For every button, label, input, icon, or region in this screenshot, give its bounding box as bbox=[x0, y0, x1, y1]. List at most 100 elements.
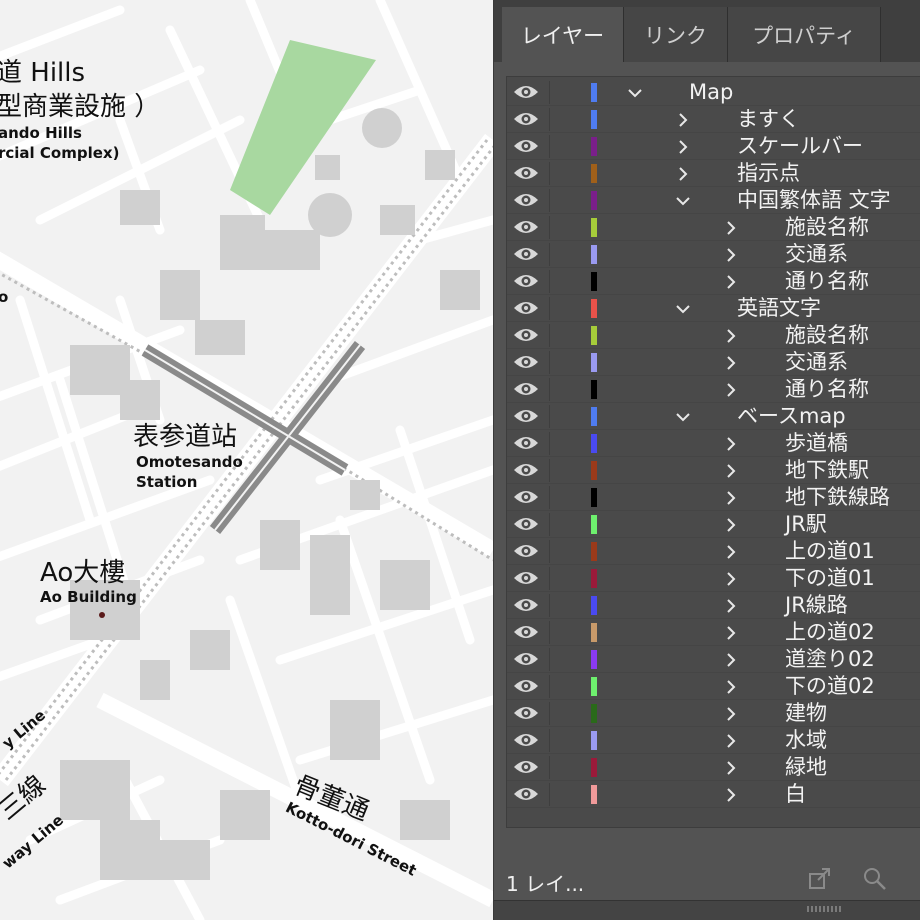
visibility-eye-icon[interactable] bbox=[513, 704, 539, 722]
visibility-eye-icon[interactable] bbox=[513, 677, 539, 695]
layer-name[interactable]: 中国繁体語 文字 bbox=[737, 188, 891, 213]
layer-name[interactable]: ベースmap bbox=[737, 404, 846, 429]
tab-layers[interactable]: レイヤー bbox=[502, 7, 624, 62]
layer-row[interactable]: 白 bbox=[507, 781, 920, 808]
chevron-right-icon[interactable] bbox=[723, 274, 739, 290]
lock-column[interactable] bbox=[549, 243, 550, 266]
chevron-right-icon[interactable] bbox=[723, 679, 739, 695]
layer-row[interactable]: 地下鉄駅 bbox=[507, 457, 920, 484]
map-canvas[interactable]: 道 Hills 型商業設施 ） ando Hills rcial Complex… bbox=[0, 0, 493, 920]
layer-row[interactable]: 建物 bbox=[507, 700, 920, 727]
export-icon[interactable] bbox=[807, 866, 833, 892]
layer-row[interactable]: 施設名称 bbox=[507, 214, 920, 241]
layer-name[interactable]: 通り名称 bbox=[785, 377, 869, 402]
lock-column[interactable] bbox=[549, 756, 550, 779]
visibility-eye-icon[interactable] bbox=[513, 326, 539, 344]
layer-row[interactable]: 地下鉄線路 bbox=[507, 484, 920, 511]
chevron-right-icon[interactable] bbox=[675, 112, 691, 128]
visibility-eye-icon[interactable] bbox=[513, 218, 539, 236]
layer-name[interactable]: 施設名称 bbox=[785, 215, 869, 240]
lock-column[interactable] bbox=[549, 486, 550, 509]
chevron-right-icon[interactable] bbox=[723, 490, 739, 506]
layer-row[interactable]: 緑地 bbox=[507, 754, 920, 781]
lock-column[interactable] bbox=[549, 81, 550, 104]
layer-name[interactable]: JR駅 bbox=[785, 512, 827, 537]
layer-row[interactable]: 交通系 bbox=[507, 241, 920, 268]
visibility-eye-icon[interactable] bbox=[513, 434, 539, 452]
lock-column[interactable] bbox=[549, 162, 550, 185]
chevron-right-icon[interactable] bbox=[675, 166, 691, 182]
layer-name[interactable]: 道塗り02 bbox=[785, 647, 875, 672]
layer-name[interactable]: ますく bbox=[737, 107, 800, 132]
visibility-eye-icon[interactable] bbox=[513, 353, 539, 371]
layer-row[interactable]: 英語文字 bbox=[507, 295, 920, 322]
layer-row[interactable]: スケールバー bbox=[507, 133, 920, 160]
lock-column[interactable] bbox=[549, 783, 550, 806]
layer-name[interactable]: 上の道02 bbox=[785, 620, 875, 645]
chevron-right-icon[interactable] bbox=[723, 652, 739, 668]
visibility-eye-icon[interactable] bbox=[513, 623, 539, 641]
visibility-eye-icon[interactable] bbox=[513, 137, 539, 155]
layer-name[interactable]: 英語文字 bbox=[737, 296, 821, 321]
visibility-eye-icon[interactable] bbox=[513, 245, 539, 263]
lock-column[interactable] bbox=[549, 648, 550, 671]
lock-column[interactable] bbox=[549, 351, 550, 374]
layer-row[interactable]: 道塗り02 bbox=[507, 646, 920, 673]
chevron-right-icon[interactable] bbox=[723, 571, 739, 587]
lock-column[interactable] bbox=[549, 540, 550, 563]
visibility-eye-icon[interactable] bbox=[513, 785, 539, 803]
visibility-eye-icon[interactable] bbox=[513, 569, 539, 587]
chevron-down-icon[interactable] bbox=[675, 409, 691, 425]
layer-row[interactable]: ますく bbox=[507, 106, 920, 133]
layer-row[interactable]: 上の道02 bbox=[507, 619, 920, 646]
layer-name[interactable]: 地下鉄線路 bbox=[785, 485, 890, 510]
chevron-right-icon[interactable] bbox=[723, 760, 739, 776]
lock-column[interactable] bbox=[549, 702, 550, 725]
chevron-right-icon[interactable] bbox=[723, 706, 739, 722]
layer-name[interactable]: 下の道01 bbox=[785, 566, 875, 591]
lock-column[interactable] bbox=[549, 270, 550, 293]
chevron-down-icon[interactable] bbox=[627, 85, 643, 101]
layer-name[interactable]: 施設名称 bbox=[785, 323, 869, 348]
chevron-right-icon[interactable] bbox=[723, 787, 739, 803]
visibility-eye-icon[interactable] bbox=[513, 488, 539, 506]
tab-properties[interactable]: プロパティ bbox=[728, 7, 881, 62]
layer-row[interactable]: 交通系 bbox=[507, 349, 920, 376]
layer-row[interactable]: 上の道01 bbox=[507, 538, 920, 565]
lock-column[interactable] bbox=[549, 729, 550, 752]
chevron-right-icon[interactable] bbox=[723, 625, 739, 641]
lock-column[interactable] bbox=[549, 189, 550, 212]
visibility-eye-icon[interactable] bbox=[513, 191, 539, 209]
lock-column[interactable] bbox=[549, 378, 550, 401]
layer-name[interactable]: 白 bbox=[785, 782, 806, 807]
layer-row[interactable]: 水域 bbox=[507, 727, 920, 754]
layer-row[interactable]: 中国繁体語 文字 bbox=[507, 187, 920, 214]
resize-grip-icon[interactable] bbox=[806, 905, 842, 913]
lock-column[interactable] bbox=[549, 135, 550, 158]
layer-name[interactable]: 上の道01 bbox=[785, 539, 875, 564]
lock-column[interactable] bbox=[549, 216, 550, 239]
chevron-right-icon[interactable] bbox=[675, 139, 691, 155]
lock-column[interactable] bbox=[549, 108, 550, 131]
search-icon[interactable] bbox=[862, 866, 888, 892]
layer-name[interactable]: 下の道02 bbox=[785, 674, 875, 699]
visibility-eye-icon[interactable] bbox=[513, 650, 539, 668]
layer-name[interactable]: 地下鉄駅 bbox=[785, 458, 869, 483]
lock-column[interactable] bbox=[549, 621, 550, 644]
chevron-right-icon[interactable] bbox=[723, 544, 739, 560]
chevron-right-icon[interactable] bbox=[723, 517, 739, 533]
layer-row[interactable]: Map bbox=[507, 79, 920, 106]
visibility-eye-icon[interactable] bbox=[513, 758, 539, 776]
layer-row[interactable]: ベースmap bbox=[507, 403, 920, 430]
visibility-eye-icon[interactable] bbox=[513, 461, 539, 479]
lock-column[interactable] bbox=[549, 513, 550, 536]
lock-column[interactable] bbox=[549, 459, 550, 482]
layer-row[interactable]: 下の道01 bbox=[507, 565, 920, 592]
chevron-down-icon[interactable] bbox=[675, 193, 691, 209]
layer-row[interactable]: 歩道橋 bbox=[507, 430, 920, 457]
lock-column[interactable] bbox=[549, 567, 550, 590]
tab-links[interactable]: リンク bbox=[624, 7, 728, 62]
layer-name[interactable]: 歩道橋 bbox=[785, 431, 848, 456]
visibility-eye-icon[interactable] bbox=[513, 299, 539, 317]
lock-column[interactable] bbox=[549, 405, 550, 428]
